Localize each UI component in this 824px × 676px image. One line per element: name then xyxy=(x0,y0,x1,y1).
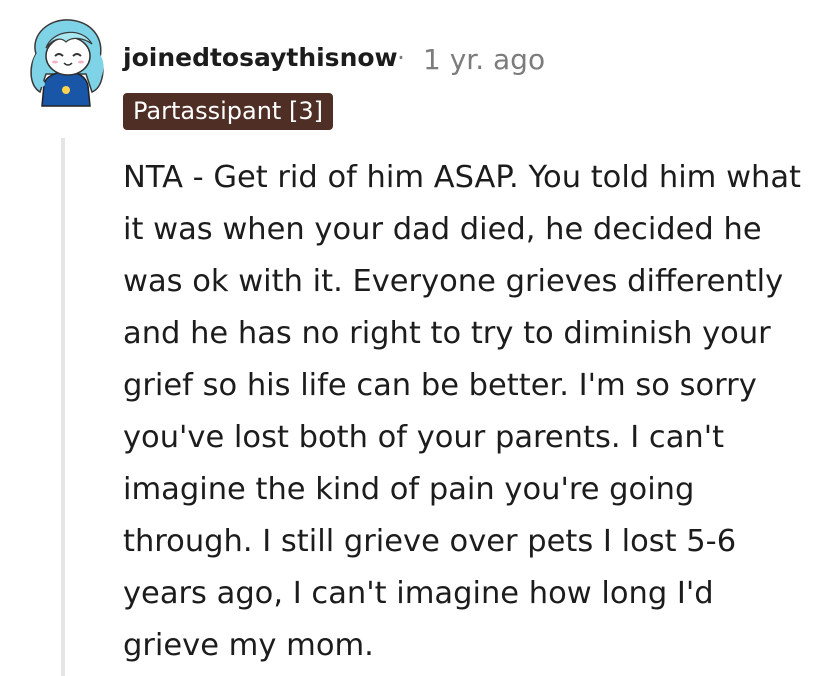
comment-username[interactable]: joinedtosaythisnow xyxy=(123,43,398,72)
user-avatar-icon[interactable] xyxy=(22,14,110,110)
comment-body-text: NTA - Get rid of him ASAP. You told him … xyxy=(123,160,801,663)
comment-timestamp[interactable]: 1 yr. ago xyxy=(423,43,545,76)
user-flair-badge: Partassipant [3] xyxy=(123,93,333,130)
thread-collapse-line[interactable] xyxy=(61,138,65,676)
meta-separator: · xyxy=(397,43,405,72)
